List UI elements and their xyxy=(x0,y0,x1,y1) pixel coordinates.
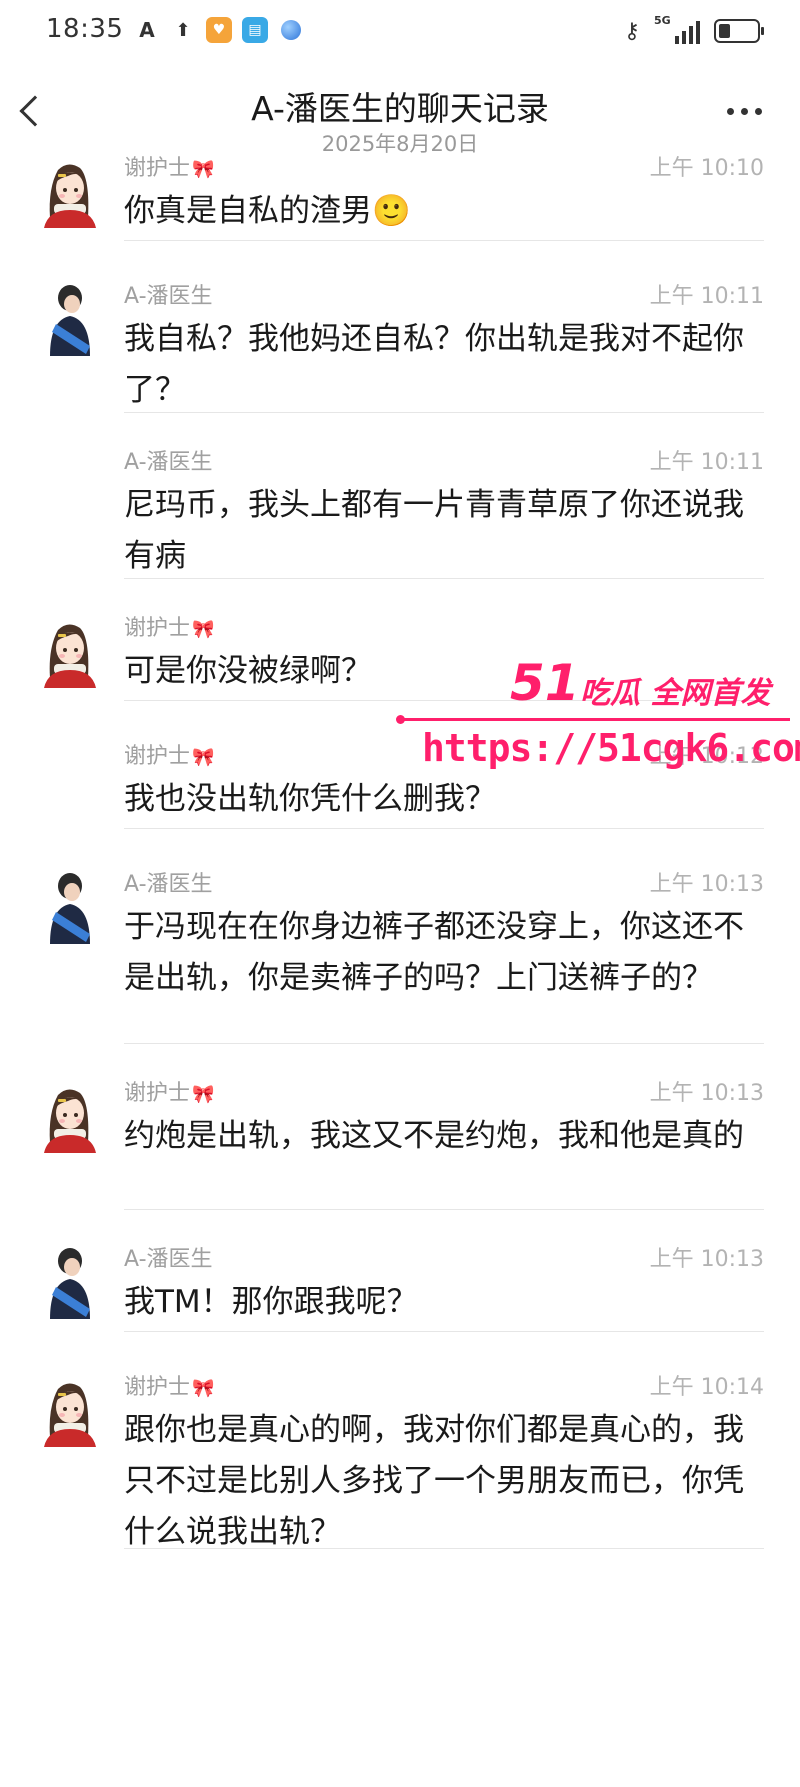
sender-name-text: 谢护士 xyxy=(124,616,191,641)
message-divider xyxy=(124,828,764,829)
browser-app-icon xyxy=(278,17,304,43)
message-divider xyxy=(124,578,764,579)
message-time: 上午 10:11 xyxy=(649,450,764,475)
male-avatar[interactable] xyxy=(28,864,108,944)
message-text: 我TM！那你跟我呢？ xyxy=(124,1284,418,1320)
sender-name: 谢护士 🎀 xyxy=(124,610,214,642)
more-icon[interactable] xyxy=(727,108,762,115)
upload-icon: ⬆ xyxy=(175,19,191,41)
font-notification-icon: A xyxy=(139,18,155,42)
sender-name: A-潘医生 xyxy=(124,278,213,310)
notification-icons: A ⬆ ♥ ▤ xyxy=(134,17,304,43)
message-time: 上午 10:10 xyxy=(649,156,764,181)
sender-name: 谢护士 🎀 xyxy=(124,1075,214,1107)
sender-name: A-潘医生 xyxy=(124,1241,213,1273)
sender-name: 谢护士 🎀 xyxy=(124,150,214,182)
sender-name: 谢护士 🎀 xyxy=(124,738,214,770)
key-icon: ⚷ xyxy=(623,18,640,44)
sender-name-text: A-潘医生 xyxy=(124,872,213,897)
page-title: A-潘医生的聊天记录 xyxy=(251,89,549,128)
message-divider xyxy=(124,1043,764,1044)
bow-emoji-icon: 🎀 xyxy=(192,619,215,640)
chat-history-header: A-潘医生的聊天记录 2025年8月20日 xyxy=(0,64,800,160)
status-bar: 18:35 A ⬆ ♥ ▤ ⚷ 5G xyxy=(0,0,800,64)
status-time: 18:35 xyxy=(46,14,124,44)
message-text: 我自私？我他妈还自私？你出轨是我对不起你了？ xyxy=(124,321,744,408)
female-avatar[interactable] xyxy=(28,1073,108,1153)
male-avatar[interactable] xyxy=(28,1239,108,1319)
female-avatar[interactable] xyxy=(28,1367,108,1447)
network-type: 5G xyxy=(654,14,671,27)
battery-level xyxy=(719,24,730,38)
female-avatar[interactable] xyxy=(28,148,108,228)
message-time: 上午 10:11 xyxy=(649,284,764,309)
message-divider xyxy=(124,1209,764,1210)
message-text: 于冯现在在你身边裤子都还没穿上，你这还不是出轨，你是卖裤子的吗？上门送裤子的？ xyxy=(124,909,744,996)
watermark-brand: 51 xyxy=(510,654,580,712)
message-time: 上午 10:13 xyxy=(649,1081,764,1106)
message-time: 上午 10:14 xyxy=(649,1375,764,1400)
bow-emoji-icon: 🎀 xyxy=(192,747,215,768)
message-time: 上午 10:13 xyxy=(649,1247,764,1272)
sender-name-text: 谢护士 xyxy=(124,1375,191,1400)
sender-name-text: 谢护士 xyxy=(124,1081,191,1106)
message-divider xyxy=(124,412,764,413)
watermark: 51 吃瓜 全网首发 https://51cgk6.com xyxy=(396,654,800,804)
shield-app-icon: ♥ xyxy=(206,17,232,43)
sender-name: A-潘医生 xyxy=(124,866,213,898)
sender-name-text: 谢护士 xyxy=(124,156,191,181)
sender-name-text: A-潘医生 xyxy=(124,1247,213,1272)
sender-name: 谢护士 🎀 xyxy=(124,1369,214,1401)
message-text: 尼玛币，我头上都有一片青青草原了你还说我有病 xyxy=(124,487,744,574)
watermark-url: https://51cgk6.com xyxy=(422,726,800,770)
message-time: 上午 10:13 xyxy=(649,872,764,897)
message-divider xyxy=(124,1548,764,1549)
sender-name: A-潘医生 xyxy=(124,444,213,476)
message-text: 跟你也是真心的啊，我对你们都是真心的，我只不过是比别人多找了一个男朋友而已，你凭… xyxy=(124,1412,744,1550)
sender-name-text: A-潘医生 xyxy=(124,450,213,475)
bow-emoji-icon: 🎀 xyxy=(192,1084,215,1105)
female-avatar[interactable] xyxy=(28,608,108,688)
message-text: 约炮是出轨，我这又不是约炮，我和他是真的 xyxy=(124,1118,744,1154)
battery-icon xyxy=(714,19,764,43)
system-icons: ⚷ 5G xyxy=(623,14,764,46)
watermark-circuit-line xyxy=(396,715,790,724)
sender-name-text: A-潘医生 xyxy=(124,284,213,309)
bow-emoji-icon: 🎀 xyxy=(192,159,215,180)
bow-emoji-icon: 🎀 xyxy=(192,1378,215,1399)
message-text: 你真是自私的渣男🙂 xyxy=(124,193,411,229)
signal-icon: 5G xyxy=(654,14,700,46)
male-avatar[interactable] xyxy=(28,276,108,356)
sender-name-text: 谢护士 xyxy=(124,744,191,769)
message-divider xyxy=(124,240,764,241)
watermark-tagline: 吃瓜 全网首发 xyxy=(580,676,771,711)
message-divider xyxy=(124,1331,764,1332)
book-app-icon: ▤ xyxy=(242,17,268,43)
